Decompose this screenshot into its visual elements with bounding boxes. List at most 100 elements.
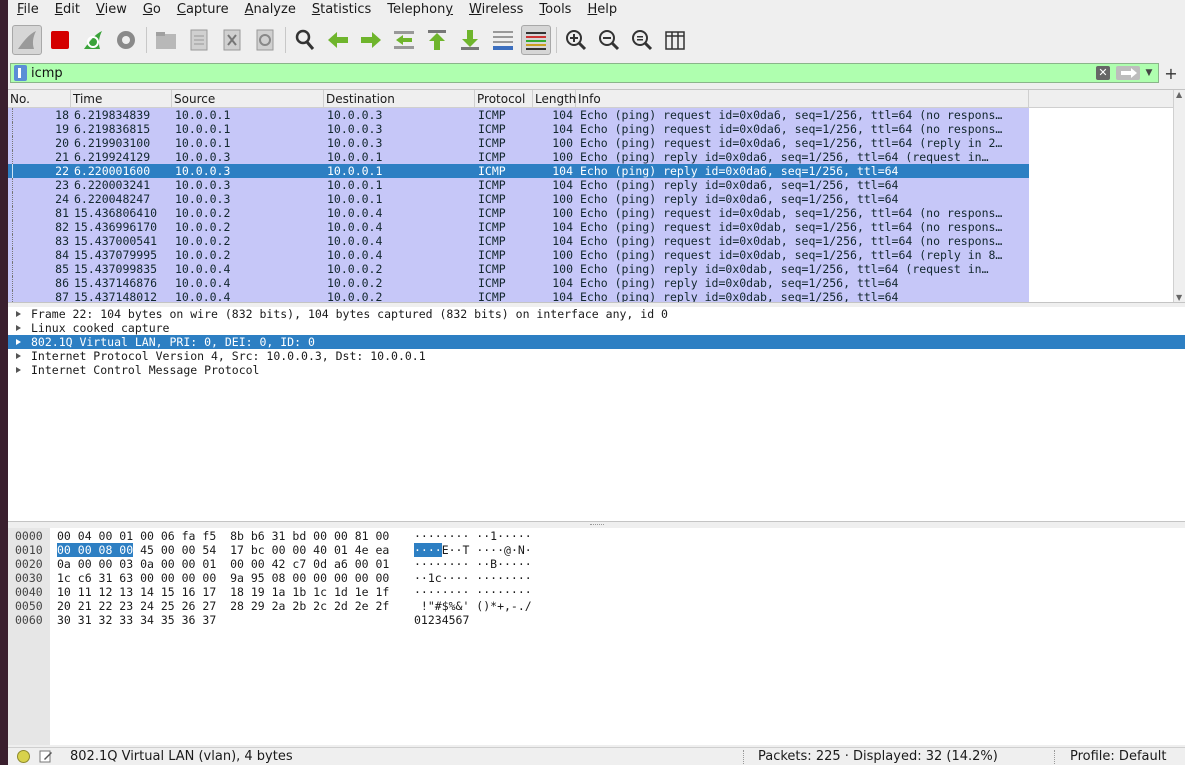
wireshark-window: File Edit View Go Capture Analyze Statistics Te… (8, 0, 1185, 765)
packet-row[interactable]: 85 15.437099835 10.0.0.4 10.0.0.2 ICMP 100 Ech… (8, 262, 1173, 276)
colorize-button[interactable] (521, 25, 551, 55)
menu-analyze[interactable]: Analyze (237, 0, 304, 20)
expand-arrow-icon[interactable] (16, 325, 21, 331)
go-forward-button[interactable] (356, 25, 386, 55)
find-packet-button[interactable] (290, 25, 320, 55)
zoom-reset-button[interactable] (627, 25, 657, 55)
column-header-source[interactable]: Source (172, 90, 324, 108)
packet-row[interactable]: 23 6.220003241 10.0.0.3 10.0.0.1 ICMP 104 Echo… (8, 178, 1173, 192)
expand-arrow-icon[interactable] (16, 339, 21, 345)
packet-row[interactable]: 18 6.219834839 10.0.0.1 10.0.0.3 ICMP 104 Echo… (8, 108, 1173, 122)
start-capture-button[interactable] (12, 25, 42, 55)
menubar: File Edit View Go Capture Analyze Statistics Te… (8, 0, 1185, 20)
scroll-down-icon[interactable]: ▼ (1176, 293, 1182, 302)
clear-filter-icon[interactable]: ✕ (1096, 66, 1110, 80)
menu-file[interactable]: File (8, 0, 47, 20)
column-header-destination[interactable]: Destination (324, 90, 475, 108)
scroll-up-icon[interactable]: ▲ (1176, 90, 1182, 99)
add-filter-button-icon[interactable]: + (1159, 64, 1183, 83)
filter-bookmark-icon[interactable] (14, 65, 27, 81)
column-header-time[interactable]: Time (71, 90, 172, 108)
packet-row[interactable]: 19 6.219836815 10.0.0.1 10.0.0.3 ICMP 104 Echo… (8, 122, 1173, 136)
expand-arrow-icon[interactable] (16, 367, 21, 373)
status-profile[interactable]: Profile: Default (1070, 748, 1166, 765)
bytes-ascii[interactable]: ····E··T ····@·N· (414, 543, 532, 557)
packet-row[interactable]: 22 6.220001600 10.0.0.3 10.0.0.1 ICMP 104 Echo… (8, 164, 1173, 178)
packet-row[interactable]: 82 15.436996170 10.0.0.2 10.0.0.4 ICMP 104 Ech… (8, 220, 1173, 234)
menu-edit[interactable]: Edit (47, 0, 88, 20)
bytes-ascii[interactable]: ········ ········ (414, 585, 532, 599)
packet-cell-len: 104 (552, 276, 573, 290)
go-to-packet-button[interactable] (389, 25, 419, 55)
autoscroll-button[interactable] (488, 25, 518, 55)
capture-options-button[interactable] (111, 25, 141, 55)
bytes-ascii[interactable]: ········ ··B····· (414, 557, 532, 571)
expand-arrow-icon[interactable] (16, 353, 21, 359)
menu-wireless[interactable]: Wireless (461, 0, 531, 20)
packet-row[interactable]: 86 15.437146876 10.0.0.4 10.0.0.2 ICMP 104 Ech… (8, 276, 1173, 290)
detail-tree-item[interactable]: 802.1Q Virtual LAN, PRI: 0, DEI: 0, ID: … (8, 335, 1185, 349)
go-back-button[interactable] (323, 25, 353, 55)
bytes-hex[interactable]: 00 04 00 01 00 06 fa f5 8b b6 31 bd 00 0… (57, 529, 389, 543)
restart-capture-button[interactable] (78, 25, 108, 55)
reload-file-button[interactable] (250, 25, 280, 55)
detail-tree-item[interactable]: Linux cooked capture (8, 321, 1185, 335)
apply-filter-icon[interactable] (1116, 66, 1140, 80)
detail-tree-item[interactable]: Frame 22: 104 bytes on wire (832 bits), … (8, 307, 1185, 321)
packet-list-scrollbar[interactable]: ▲ ▼ (1173, 90, 1185, 302)
resize-columns-button[interactable] (660, 25, 690, 55)
bytes-ascii[interactable]: ··1c···· ········ (414, 571, 532, 585)
packet-cell-info: Echo (ping) reply id=0x0dab, seq=1/256, … (580, 290, 899, 303)
menu-statistics[interactable]: Statistics (304, 0, 379, 20)
menu-go[interactable]: Go (135, 0, 169, 20)
bytes-hex-text: 00 04 00 01 00 06 fa f5 8b b6 31 bd 00 0… (57, 529, 390, 543)
close-file-button[interactable] (217, 25, 247, 55)
bytes-ascii[interactable]: 01234567 (414, 613, 469, 627)
bytes-ascii[interactable]: !"#$%&' ()*+,-./ (414, 599, 532, 613)
last-packet-button[interactable] (455, 25, 485, 55)
first-packet-button[interactable] (422, 25, 452, 55)
bytes-offset: 0010 (15, 543, 43, 557)
detail-tree-item[interactable]: Internet Control Message Protocol (8, 363, 1185, 377)
packet-row[interactable]: 81 15.436806410 10.0.0.2 10.0.0.4 ICMP 100 Ech… (8, 206, 1173, 220)
packet-row[interactable]: 87 15.437148012 10.0.0.4 10.0.0.2 ICMP 104 Ech… (8, 290, 1173, 303)
expand-arrow-icon[interactable] (16, 311, 21, 317)
status-packet-count: Packets: 225 · Displayed: 32 (14.2%) (758, 749, 998, 764)
column-header-length[interactable]: Length (533, 90, 576, 108)
bytes-hex[interactable]: 00 00 08 00 45 00 00 54 17 bc 00 00 40 0… (57, 543, 389, 557)
column-header-protocol[interactable]: Protocol (475, 90, 533, 108)
bytes-hex[interactable]: 0a 00 00 03 0a 00 00 01 00 00 42 c7 0d a… (57, 557, 389, 571)
column-header-no[interactable]: No. (8, 90, 71, 108)
display-filter-input[interactable] (31, 64, 1096, 82)
detail-tree-item[interactable]: Internet Protocol Version 4, Src: 10.0.0… (8, 349, 1185, 363)
packet-row[interactable]: 83 15.437000541 10.0.0.2 10.0.0.4 ICMP 104 Ech… (8, 234, 1173, 248)
bytes-hex-text: 20 21 22 23 24 25 26 27 28 29 2a 2b 2c 2… (57, 599, 390, 613)
bytes-hex[interactable]: 1c c6 31 63 00 00 00 00 9a 95 08 00 00 0… (57, 571, 389, 585)
menu-capture[interactable]: Capture (169, 0, 237, 20)
expert-info-led-icon[interactable] (17, 750, 30, 763)
bytes-ascii-text: E··T ····@·N· (441, 543, 532, 557)
open-file-button[interactable] (151, 25, 181, 55)
column-header-info[interactable]: Info (576, 90, 1029, 108)
menu-telephony[interactable]: Telephony (379, 0, 461, 20)
capture-comment-icon[interactable] (39, 750, 53, 763)
bytes-hex[interactable]: 20 21 22 23 24 25 26 27 28 29 2a 2b 2c 2… (57, 599, 389, 613)
bytes-hex[interactable]: 10 11 12 13 14 15 16 17 18 19 1a 1b 1c 1… (57, 585, 389, 599)
stop-capture-button[interactable] (45, 25, 75, 55)
bytes-offset: 0020 (15, 557, 43, 571)
packet-row[interactable]: 24 6.220048247 10.0.0.3 10.0.0.1 ICMP 100 Echo… (8, 192, 1173, 206)
bytes-ascii[interactable]: ········ ··1····· (414, 529, 532, 543)
packet-cell-info: Echo (ping) request id=0x0da6, seq=1/256… (580, 136, 1003, 150)
chevron-down-icon[interactable]: ▼ (1144, 68, 1154, 78)
packet-row[interactable]: 84 15.437079995 10.0.0.2 10.0.0.4 ICMP 100 Ech… (8, 248, 1173, 262)
bytes-hex[interactable]: 30 31 32 33 34 35 36 37 (57, 613, 216, 627)
save-file-button[interactable] (184, 25, 214, 55)
packet-row[interactable]: 20 6.219903100 10.0.0.1 10.0.0.3 ICMP 100 Echo… (8, 136, 1173, 150)
packet-row[interactable]: 21 6.219924129 10.0.0.3 10.0.0.1 ICMP 100 Echo… (8, 150, 1173, 164)
packet-cell-info: Echo (ping) reply id=0x0dab, seq=1/256, … (580, 262, 989, 276)
menu-view[interactable]: View (88, 0, 135, 20)
menu-tools[interactable]: Tools (531, 0, 579, 20)
menu-help[interactable]: Help (579, 0, 625, 20)
zoom-out-button[interactable] (594, 25, 624, 55)
zoom-in-button[interactable] (561, 25, 591, 55)
